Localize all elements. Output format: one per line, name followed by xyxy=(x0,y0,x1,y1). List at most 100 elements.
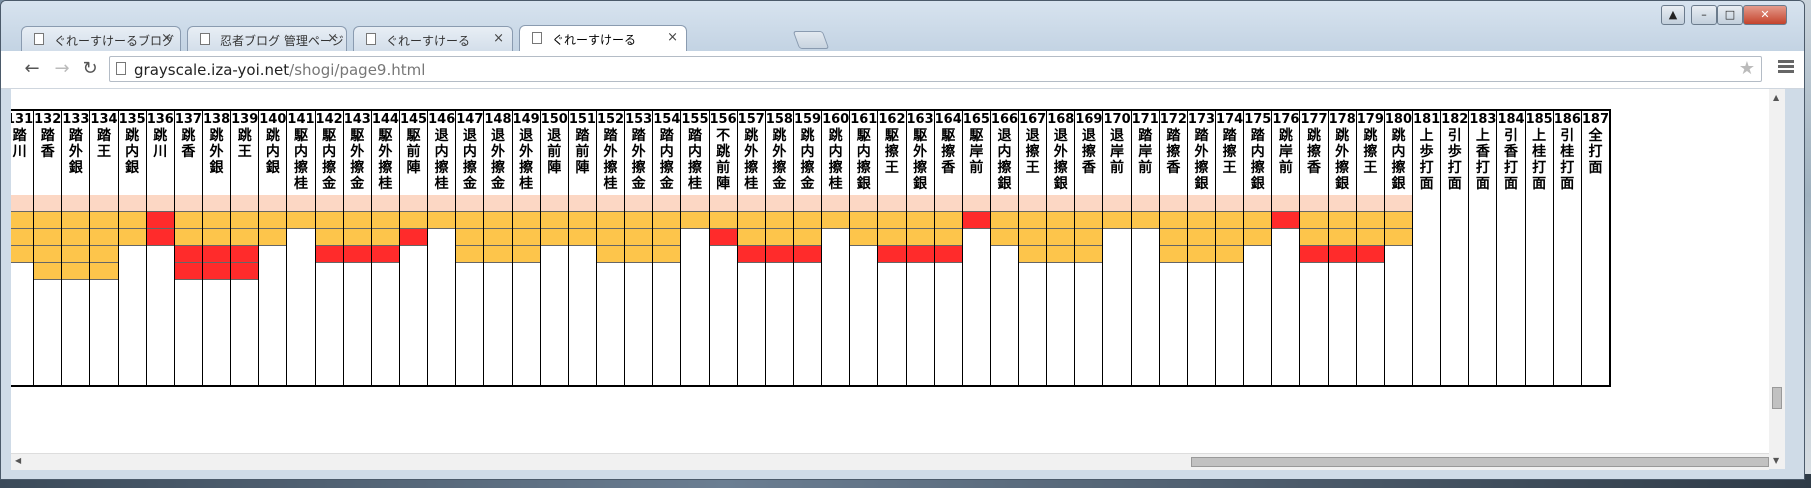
move-number: 186 xyxy=(1553,112,1581,127)
orange-bar xyxy=(878,212,906,229)
close-button[interactable]: ✕ xyxy=(1743,5,1787,25)
tab-grayscale[interactable]: ぐれーすけーる × xyxy=(353,26,513,51)
orange-bar xyxy=(371,212,399,229)
move-name: 引香打面 xyxy=(1504,128,1519,192)
pink-bar xyxy=(653,195,681,212)
move-header: 184 引香打面 xyxy=(1496,110,1526,195)
move-name: 駆内擦銀 xyxy=(856,128,871,192)
move-number: 145 xyxy=(399,112,428,127)
bars-row xyxy=(11,195,1611,386)
page-icon xyxy=(116,62,126,75)
move-header: 142 駆内擦金 xyxy=(314,110,344,195)
pink-bar xyxy=(737,195,765,212)
pink-bar xyxy=(1075,195,1103,212)
maximize-button[interactable]: □ xyxy=(1717,5,1743,25)
orange-bar xyxy=(653,212,681,229)
scroll-thumb[interactable] xyxy=(1191,457,1769,467)
tab-grayscale-blog[interactable]: ぐれーすけーるブログ × xyxy=(21,26,181,51)
orange-bar xyxy=(34,212,62,229)
pink-bar xyxy=(1159,195,1187,212)
move-number: 134 xyxy=(90,112,118,127)
pink-bar xyxy=(962,195,990,212)
move-bars xyxy=(1327,195,1357,386)
orange-bar xyxy=(1356,229,1384,246)
move-number: 174 xyxy=(1216,112,1244,127)
move-bars xyxy=(1243,195,1273,386)
red-bar xyxy=(1328,246,1356,263)
move-name: 駆外擦金 xyxy=(350,128,365,192)
red-bar xyxy=(765,246,793,263)
move-number: 187 xyxy=(1581,112,1610,127)
new-tab-button[interactable] xyxy=(792,31,830,49)
user-icon[interactable]: ▲ xyxy=(1661,5,1685,25)
move-header: 135 跳内銀 xyxy=(117,110,147,195)
orange-bar xyxy=(596,246,625,263)
move-name: 踏王 xyxy=(96,128,111,160)
url-text[interactable]: grayscale.iza-yoi.net/shogi/page9.html xyxy=(134,61,425,79)
tab-close-icon[interactable]: × xyxy=(327,31,338,46)
orange-bar xyxy=(118,212,146,229)
move-name: 上香打面 xyxy=(1475,128,1490,192)
orange-bar xyxy=(737,212,765,229)
menu-icon[interactable] xyxy=(1778,60,1794,76)
move-bars xyxy=(708,195,738,386)
orange-bar xyxy=(540,212,568,229)
move-number: 143 xyxy=(343,112,371,127)
tab-close-icon[interactable]: × xyxy=(667,30,678,45)
move-number: 166 xyxy=(990,112,1019,127)
move-name: 駆擦香 xyxy=(941,128,956,176)
orange-bar xyxy=(1019,246,1047,263)
move-bars xyxy=(1580,195,1611,386)
scroll-down-icon[interactable]: ▼ xyxy=(1773,456,1779,465)
back-arrow-icon[interactable]: ← xyxy=(21,58,43,80)
horizontal-scrollbar[interactable]: ◀ xyxy=(11,453,1769,470)
vertical-scrollbar[interactable]: ▲ ▼ xyxy=(1769,89,1785,469)
move-bars xyxy=(1468,195,1498,386)
tab-close-icon[interactable]: × xyxy=(161,31,172,46)
orange-bar xyxy=(174,229,202,246)
forward-arrow-icon[interactable]: → xyxy=(51,58,73,80)
tab-grayscale-active[interactable]: ぐれーすけーる × xyxy=(519,25,687,52)
red-bar xyxy=(174,263,202,280)
reload-icon[interactable]: ↻ xyxy=(79,58,101,80)
move-number: 142 xyxy=(315,112,343,127)
orange-bar xyxy=(1075,212,1103,229)
scroll-left-icon[interactable]: ◀ xyxy=(15,456,21,465)
address-bar[interactable]: grayscale.iza-yoi.net/shogi/page9.html ★ xyxy=(109,56,1762,82)
bookmark-star-icon[interactable]: ★ xyxy=(1739,58,1755,79)
pink-bar xyxy=(934,195,962,212)
scroll-thumb[interactable] xyxy=(1772,387,1782,409)
move-bars xyxy=(877,195,907,386)
move-number: 140 xyxy=(259,112,287,127)
orange-bar xyxy=(231,229,259,246)
tab-close-icon[interactable]: × xyxy=(493,31,504,46)
orange-bar xyxy=(11,229,34,246)
tab-ninja-admin[interactable]: 忍者ブログ 管理ページ - × xyxy=(187,26,347,51)
red-bar xyxy=(906,246,934,263)
orange-bar xyxy=(202,229,231,246)
pink-bar xyxy=(681,195,709,212)
scroll-up-icon[interactable]: ▲ xyxy=(1773,93,1779,102)
move-bars xyxy=(961,195,991,386)
move-bars xyxy=(1102,195,1132,386)
move-bars xyxy=(595,195,626,386)
move-header: 153 踏外擦金 xyxy=(624,110,654,195)
move-name: 踏内擦銀 xyxy=(1250,128,1265,192)
move-number: 184 xyxy=(1497,112,1525,127)
move-header: 149 退外擦桂 xyxy=(511,110,541,195)
red-bar xyxy=(737,246,765,263)
pink-bar xyxy=(1244,195,1272,212)
orange-bar xyxy=(34,246,62,263)
orange-bar xyxy=(399,212,428,229)
orange-bar xyxy=(990,229,1019,246)
move-header: 144 駆外擦桂 xyxy=(370,110,400,195)
minimize-button[interactable]: – xyxy=(1691,5,1717,25)
move-number: 141 xyxy=(287,112,315,127)
orange-bar xyxy=(906,212,934,229)
pink-bar xyxy=(540,195,568,212)
move-bars xyxy=(173,195,203,386)
tab-label: ぐれーすけーるブログ xyxy=(54,34,175,48)
move-name: 跳内銀 xyxy=(265,128,280,176)
red-bar xyxy=(1300,246,1328,263)
move-header: 155 踏内擦桂 xyxy=(680,110,710,195)
